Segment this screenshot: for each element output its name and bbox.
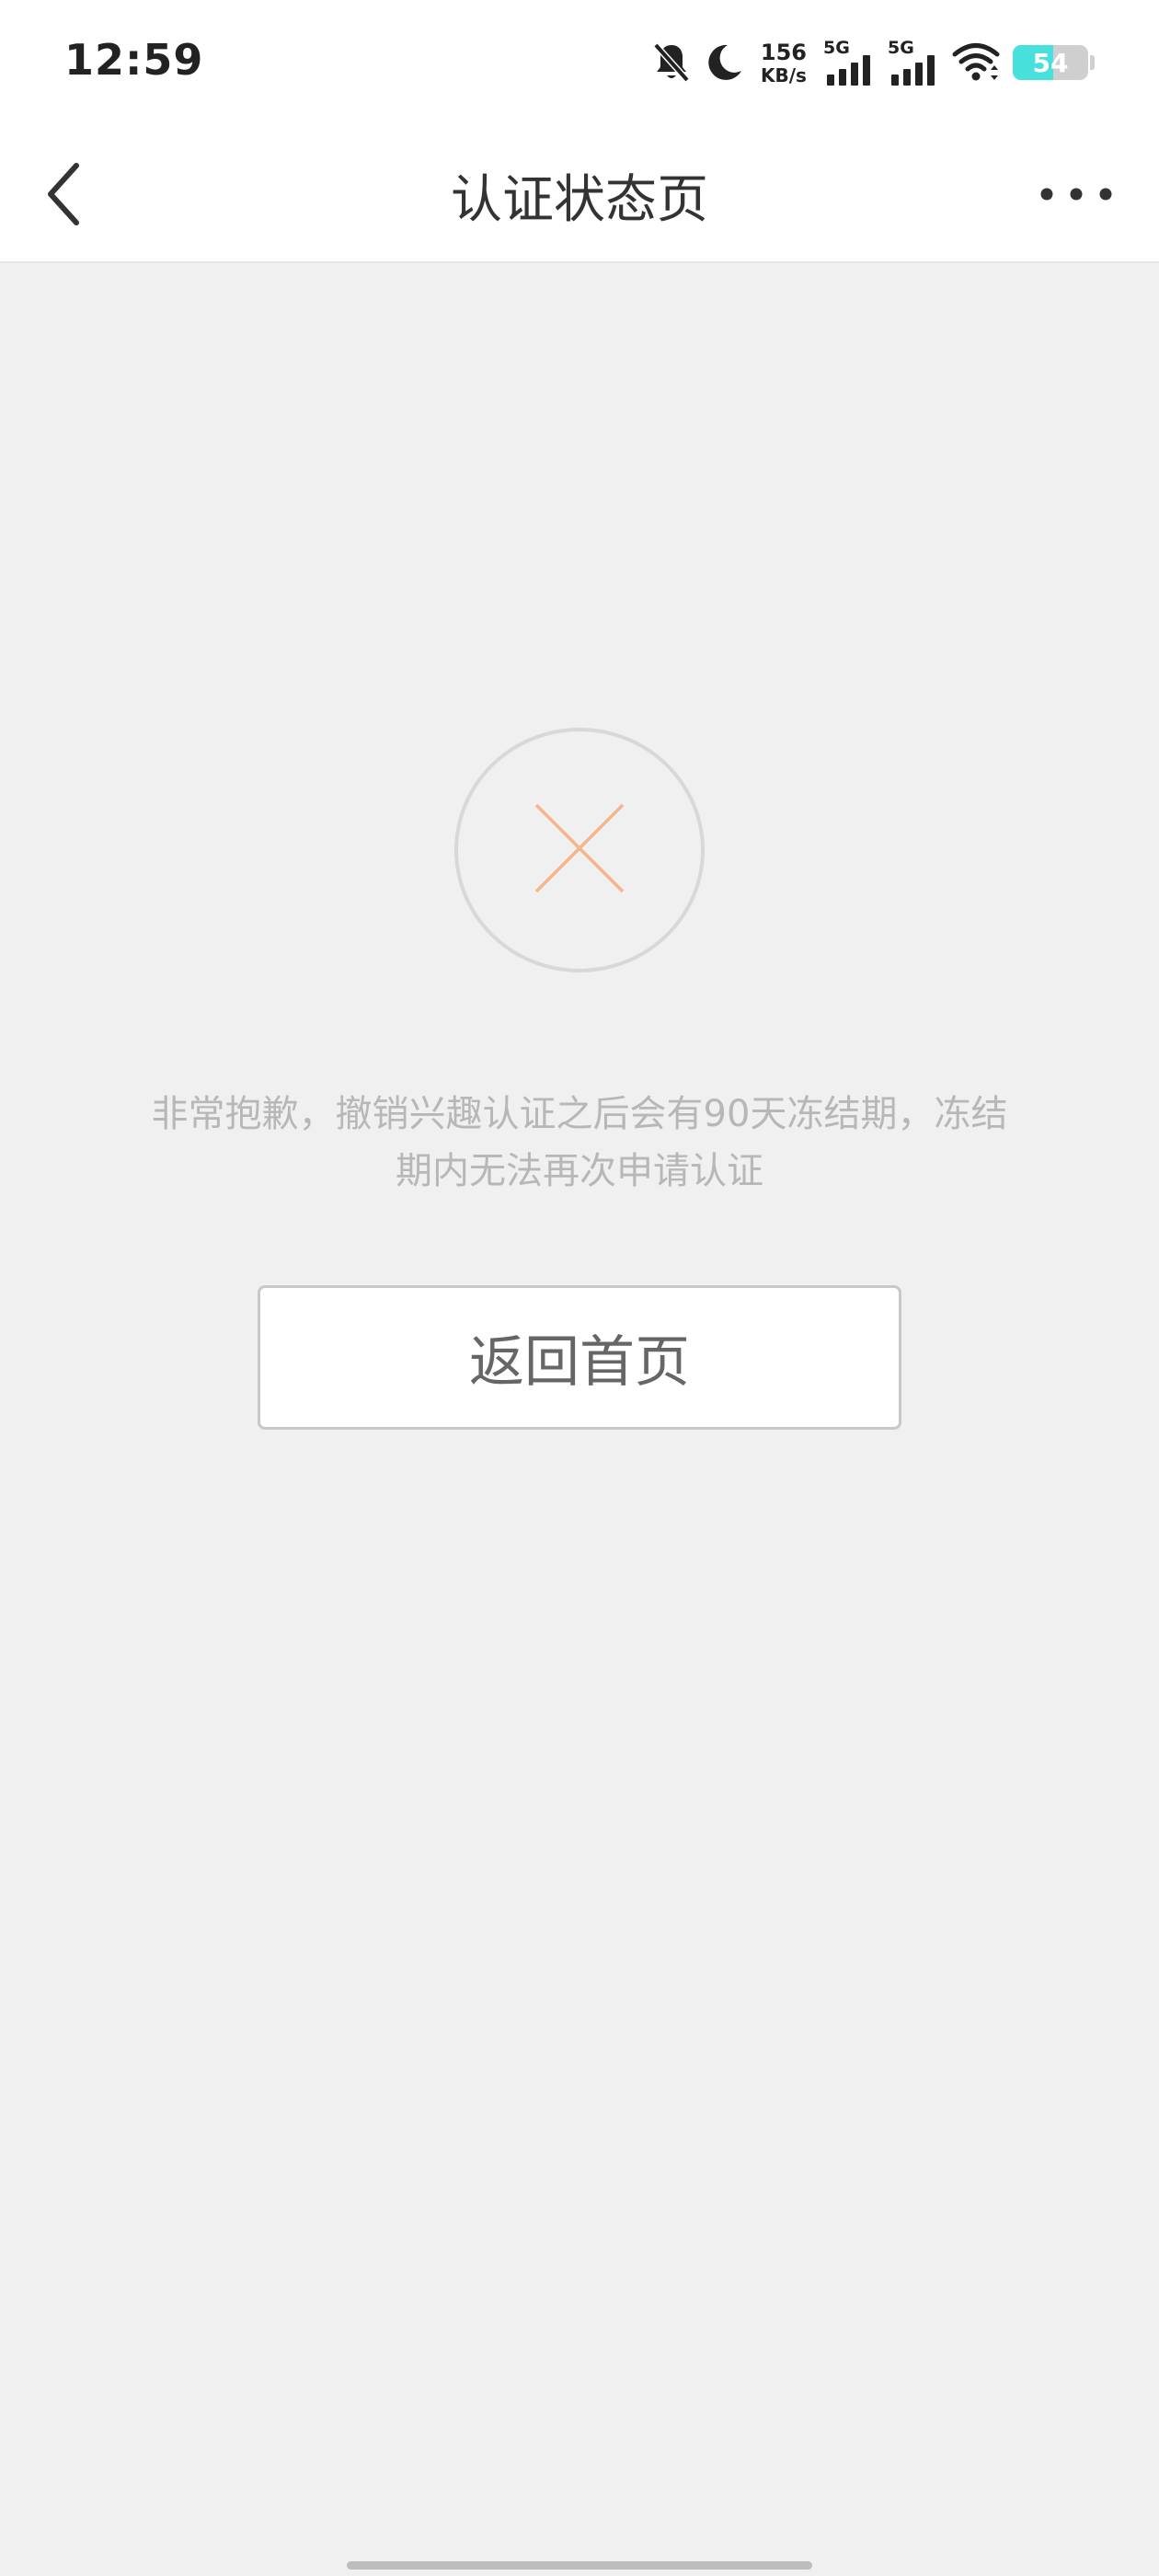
network-speed: 156 KB/s bbox=[761, 41, 807, 85]
page: 12:59 156 KB/s 5G 5G 54 认证状态页 非常抱歉，撤销兴趣认… bbox=[0, 0, 1159, 2576]
moon-icon bbox=[704, 41, 744, 84]
home-indicator[interactable] bbox=[347, 2561, 812, 2570]
bell-muted-icon bbox=[652, 41, 691, 84]
page-title: 认证状态页 bbox=[451, 169, 708, 230]
status-message-line-1: 非常抱歉，撤销兴趣认证之后会有90天冻结期，冻结 bbox=[151, 1093, 1008, 1135]
back-button[interactable] bbox=[28, 159, 101, 233]
status-message: 非常抱歉，撤销兴趣认证之后会有90天冻结期，冻结 期内无法再次申请认证 bbox=[120, 1086, 1039, 1200]
status-message-line-2: 期内无法再次申请认证 bbox=[396, 1150, 763, 1192]
battery-icon: 54 bbox=[1013, 45, 1088, 80]
signal-icon: 5G bbox=[888, 40, 939, 86]
status-time: 12:59 bbox=[64, 35, 204, 85]
return-home-button[interactable]: 返回首页 bbox=[258, 1285, 901, 1430]
status-bar: 12:59 156 KB/s 5G 5G 54 bbox=[0, 0, 1159, 129]
wifi-icon bbox=[952, 42, 1000, 83]
close-icon bbox=[534, 802, 625, 898]
network-speed-unit: KB/s bbox=[760, 63, 807, 86]
status-icons: 156 KB/s 5G 5G 54 bbox=[652, 35, 1095, 90]
network-speed-value: 156 bbox=[760, 39, 807, 65]
battery-tip bbox=[1090, 55, 1095, 70]
more-dots-icon bbox=[1039, 185, 1113, 207]
nav-bar: 认证状态页 bbox=[0, 129, 1159, 263]
result-status-circle bbox=[454, 728, 705, 972]
battery-level: 54 bbox=[1032, 47, 1069, 78]
more-button[interactable] bbox=[1030, 159, 1122, 233]
chevron-left-icon bbox=[43, 162, 86, 230]
signal-icon: 5G bbox=[823, 40, 875, 86]
